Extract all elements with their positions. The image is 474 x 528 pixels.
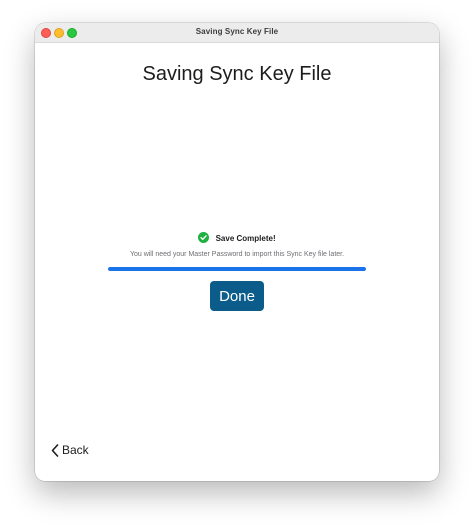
window-title: Saving Sync Key File	[195, 27, 279, 36]
status-text: Save Complete!	[215, 234, 276, 243]
save-status: Save Complete!	[35, 232, 439, 244]
master-password-hint: You will need your Master Password to im…	[129, 251, 345, 258]
chevron-left-icon	[51, 443, 59, 457]
page-title: Saving Sync Key File	[142, 63, 332, 85]
progress-fill	[108, 267, 366, 271]
done-button[interactable]: Done	[210, 281, 264, 311]
title-bar: Saving Sync Key File	[35, 23, 439, 43]
check-circle-icon	[198, 232, 210, 243]
back-button[interactable]: Back	[51, 442, 89, 458]
back-label: Back	[62, 443, 89, 457]
progress-bar	[108, 267, 366, 271]
app-window: Saving Sync Key File Saving Sync Key Fil…	[35, 23, 439, 481]
